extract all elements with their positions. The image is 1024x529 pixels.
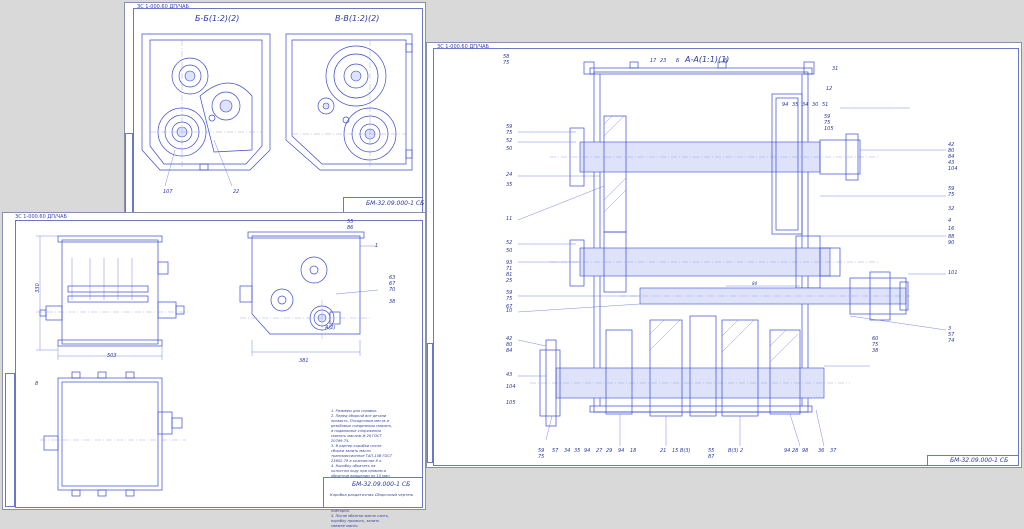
section-aa-drawing: 84: [517, 61, 947, 447]
top-view-drawing: [40, 371, 186, 497]
svg-text:84: 84: [752, 281, 758, 286]
view-vv-drawing: [285, 33, 413, 171]
note-7: 5. После обкатки масло слить, коробку пр…: [331, 514, 390, 528]
view-bb-drawing: [141, 33, 271, 187]
drawing-layer: 84: [36, 33, 947, 497]
side-view-drawing: [239, 231, 379, 356]
front-view-drawing: [36, 235, 190, 360]
